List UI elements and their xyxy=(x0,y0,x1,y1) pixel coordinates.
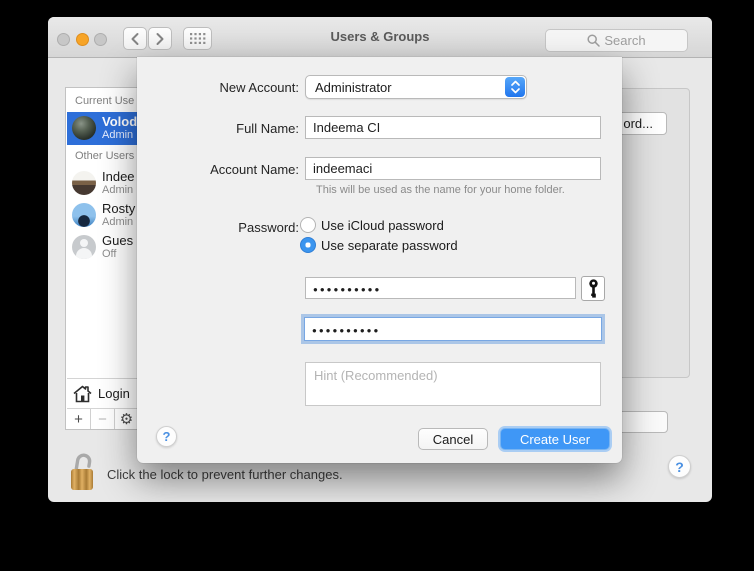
lock-icon[interactable] xyxy=(68,449,96,491)
radio-icloud-label: Use iCloud password xyxy=(321,218,444,233)
user-role: Off xyxy=(102,248,117,260)
avatar xyxy=(72,171,96,195)
up-down-chevrons-icon xyxy=(510,80,520,94)
avatar xyxy=(72,116,96,140)
account-name-input[interactable] xyxy=(305,157,601,180)
sheet-help-button[interactable]: ? xyxy=(156,426,177,447)
popup-selected-value: Administrator xyxy=(315,80,392,95)
question-icon: ? xyxy=(162,429,171,444)
remove-user-button[interactable]: − xyxy=(91,409,115,429)
users-groups-window: Users & Groups Search Current Use Volod … xyxy=(48,17,712,502)
new-account-sheet: New Account: Full Name: Account Name: Pa… xyxy=(137,57,622,463)
create-user-button[interactable]: Create User xyxy=(500,428,610,450)
lock-caption: Click the lock to prevent further change… xyxy=(107,467,343,482)
full-name-label: Full Name: xyxy=(236,121,299,136)
password-label: Password: xyxy=(238,220,299,235)
password-input[interactable] xyxy=(305,277,576,299)
user-role: Admin xyxy=(102,129,134,141)
user-name: Volod xyxy=(102,114,138,129)
add-user-button[interactable]: + xyxy=(67,409,91,429)
user-name: Indee xyxy=(102,169,135,184)
user-name: Gues xyxy=(102,233,134,248)
search-placeholder: Search xyxy=(604,33,646,48)
search-field[interactable]: Search xyxy=(545,29,688,52)
titlebar[interactable]: Users & Groups Search xyxy=(48,17,712,58)
user-role: Admin xyxy=(102,184,134,196)
avatar xyxy=(72,235,96,259)
hint-textarea[interactable] xyxy=(305,362,601,406)
current-user-section-label: Current Use xyxy=(75,95,135,107)
radio-separate-label: Use separate password xyxy=(321,238,458,253)
password-assistant-button[interactable] xyxy=(581,276,605,301)
avatar xyxy=(72,203,96,227)
account-name-help: This will be used as the name for your h… xyxy=(316,184,565,196)
house-icon xyxy=(73,385,92,403)
new-account-label: New Account: xyxy=(219,80,300,95)
popup-stepper xyxy=(505,77,525,97)
screen: Users & Groups Search Current Use Volod … xyxy=(0,0,754,571)
key-icon xyxy=(588,279,598,298)
window-help-button[interactable]: ? xyxy=(668,455,691,478)
cancel-button[interactable]: Cancel xyxy=(418,428,488,450)
login-options-label: Login xyxy=(98,386,130,401)
radio-use-icloud-password[interactable] xyxy=(300,217,316,233)
account-name-label: Account Name: xyxy=(210,162,299,177)
other-users-section-label: Other Users xyxy=(75,150,135,162)
full-name-input[interactable] xyxy=(305,116,601,139)
users-action-menu-button[interactable]: ⚙ xyxy=(115,409,139,429)
user-role: Admin xyxy=(102,216,134,228)
question-icon: ? xyxy=(675,458,684,475)
verify-password-input[interactable] xyxy=(304,317,602,341)
user-name: Rosty xyxy=(102,201,136,216)
new-account-popup[interactable]: Administrator xyxy=(305,75,527,99)
search-icon xyxy=(587,34,601,47)
radio-use-separate-password[interactable] xyxy=(300,237,316,253)
